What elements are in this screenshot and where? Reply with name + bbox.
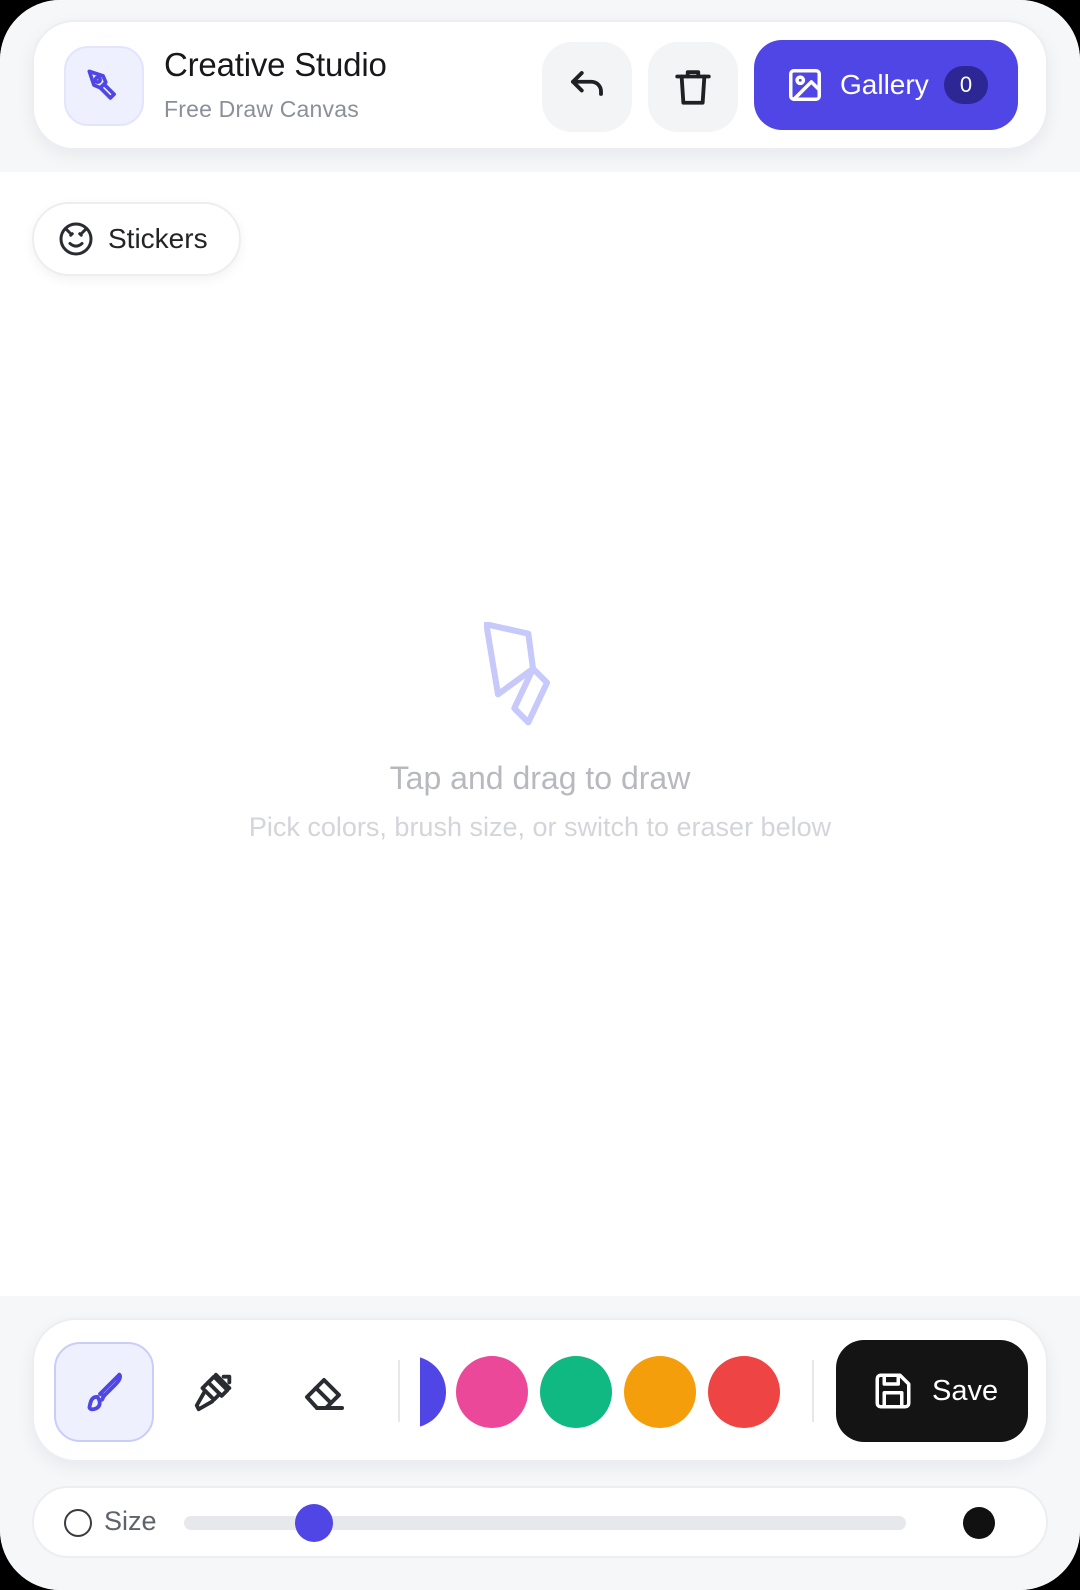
eraser-tool-button[interactable] (274, 1342, 374, 1442)
empty-state-title: Tap and drag to draw (389, 760, 691, 796)
image-icon (789, 69, 821, 101)
save-label: Save (932, 1374, 999, 1407)
save-button[interactable]: Save (836, 1340, 1028, 1442)
app-logo (64, 46, 144, 126)
color-swatch[interactable] (540, 1356, 612, 1428)
gallery-button[interactable]: Gallery 0 (754, 40, 1018, 130)
delete-button[interactable] (648, 42, 738, 132)
app-title: Creative Studio (164, 46, 387, 83)
app-subtitle: Free Draw Canvas (164, 96, 359, 122)
eraser-icon (305, 1378, 344, 1410)
trash-icon (675, 70, 711, 105)
size-slider-track[interactable] (184, 1504, 906, 1542)
small-size-icon (64, 1509, 92, 1537)
brush-icon (87, 1372, 122, 1412)
app-screen: Creative Studio Free Draw Canvas Gallery… (0, 0, 1080, 1590)
drawing-toolbar: Save (32, 1318, 1048, 1462)
gallery-count-badge: 0 (944, 66, 988, 104)
color-swatch[interactable] (456, 1356, 528, 1428)
header: Creative Studio Free Draw Canvas Gallery… (32, 20, 1048, 150)
brush-size-control: Size (32, 1486, 1048, 1558)
toolbar-divider (398, 1360, 400, 1422)
size-slider-thumb[interactable] (294, 1504, 333, 1542)
brush-tool-button[interactable] (54, 1342, 154, 1442)
size-label: Size (104, 1506, 157, 1536)
drawing-canvas[interactable]: Tap and drag to draw Pick colors, brush … (0, 172, 1080, 1296)
pen-nib-icon (87, 69, 116, 100)
size-preview-dot (963, 1507, 995, 1539)
gallery-label: Gallery (840, 69, 929, 100)
color-swatch[interactable] (624, 1356, 696, 1428)
toolbar-divider (812, 1360, 814, 1422)
color-swatch[interactable] (420, 1356, 446, 1428)
undo-icon (571, 71, 603, 96)
undo-button[interactable] (542, 42, 632, 132)
marker-icon (194, 1372, 232, 1412)
pen-nib-icon (484, 622, 551, 726)
floppy-disk-icon (875, 1373, 911, 1409)
empty-state-hint: Pick colors, brush size, or switch to er… (248, 812, 832, 842)
color-swatch-list[interactable] (420, 1342, 790, 1442)
color-swatch[interactable] (708, 1356, 780, 1428)
marker-tool-button[interactable] (164, 1342, 264, 1442)
